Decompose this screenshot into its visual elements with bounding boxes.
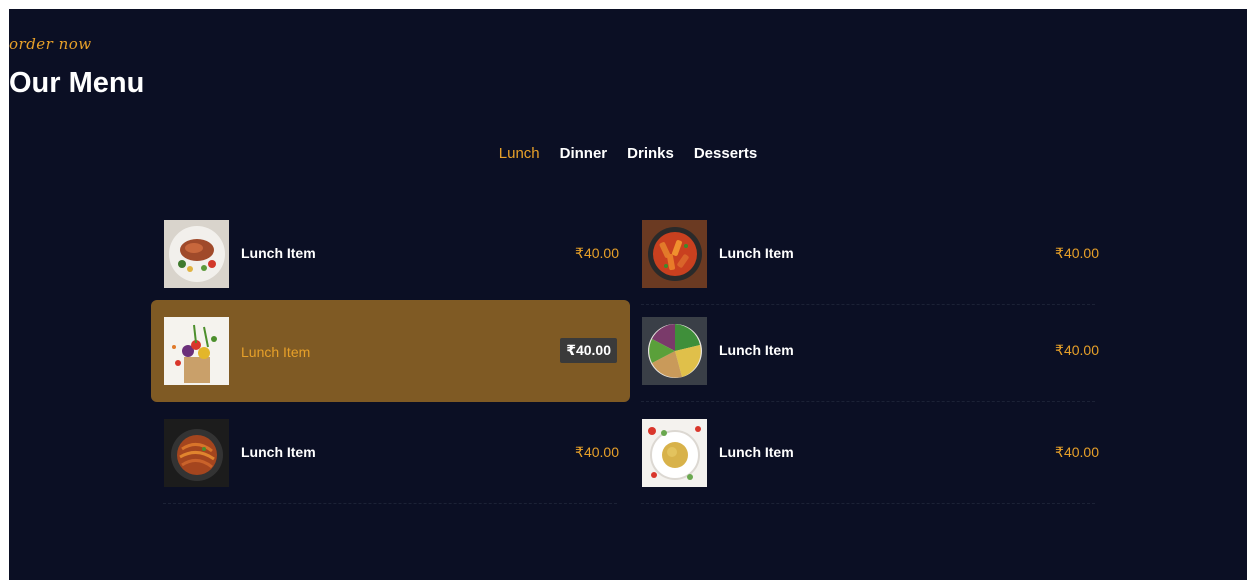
noodles-bowl-image <box>164 419 229 487</box>
menu-item[interactable]: Lunch Item ₹40.00 <box>151 205 629 305</box>
item-price: ₹40.00 <box>1055 444 1099 460</box>
tab-drinks[interactable]: Drinks <box>617 143 684 164</box>
item-divider <box>641 401 1095 402</box>
item-name: Lunch Item <box>719 444 794 460</box>
vegetable-bag-image <box>164 317 229 385</box>
item-divider <box>163 503 617 504</box>
grilled-steak-plate-image <box>164 220 229 288</box>
menu-item[interactable]: Lunch Item ₹40.00 <box>629 205 1107 305</box>
item-name: Lunch Item <box>241 344 311 360</box>
tab-desserts[interactable]: Desserts <box>684 143 767 164</box>
page-title: Our Menu <box>9 67 145 99</box>
menu-item[interactable]: Lunch Item ₹40.00 <box>629 404 1107 504</box>
item-price: ₹40.00 <box>575 245 619 261</box>
item-name: Lunch Item <box>241 444 316 460</box>
item-name: Lunch Item <box>719 342 794 358</box>
menu-item[interactable]: Lunch Item ₹40.00 <box>151 404 629 504</box>
item-price: ₹40.00 <box>560 338 617 363</box>
menu-item[interactable]: Lunch Item ₹40.00 <box>629 302 1107 402</box>
tab-lunch[interactable]: Lunch <box>489 143 550 164</box>
menu-tabs: Lunch Dinner Drinks Desserts <box>9 143 1247 164</box>
item-name: Lunch Item <box>719 245 794 261</box>
item-price: ₹40.00 <box>1055 342 1099 358</box>
item-price: ₹40.00 <box>1055 245 1099 261</box>
item-name: Lunch Item <box>241 245 316 261</box>
item-price: ₹40.00 <box>575 444 619 460</box>
salad-bowl-image <box>642 317 707 385</box>
rice-plate-image <box>642 419 707 487</box>
penne-pasta-pan-image <box>642 220 707 288</box>
item-divider <box>641 503 1095 504</box>
menu-item-highlighted[interactable]: Lunch Item ₹40.00 <box>151 300 630 402</box>
order-now-kicker: order now <box>9 35 92 53</box>
menu-section: order now Our Menu Lunch Dinner Drinks D… <box>9 9 1247 580</box>
tab-dinner[interactable]: Dinner <box>550 143 618 164</box>
